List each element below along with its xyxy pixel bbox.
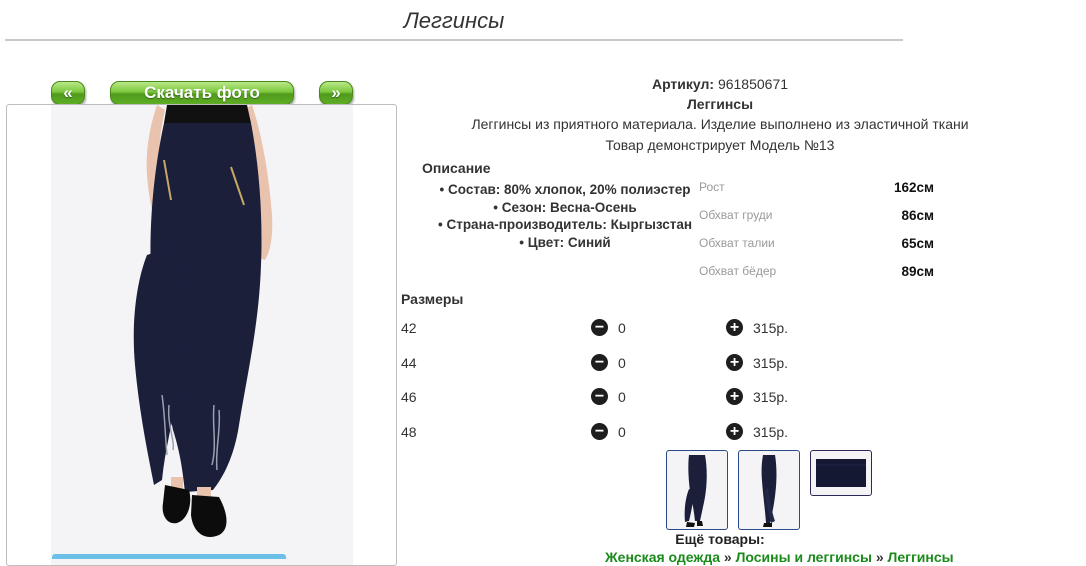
description-item: Цвет: Синий (410, 234, 720, 252)
next-photo-button[interactable]: » (319, 81, 353, 105)
plus-icon[interactable]: + (726, 319, 743, 336)
size-label: 48 (401, 424, 417, 440)
title-divider (5, 39, 903, 41)
measure-value-chest: 86см (901, 208, 934, 223)
description-title: Описание (422, 160, 491, 176)
size-label: 46 (401, 389, 417, 405)
price: 315р. (753, 424, 789, 440)
quantity-value: 0 (618, 424, 626, 440)
price: 315р. (753, 355, 789, 371)
minus-icon[interactable]: − (591, 388, 608, 405)
photo-scroll-indicator (52, 554, 286, 559)
measure-value-waist: 65см (901, 236, 934, 251)
price: 315р. (753, 389, 789, 405)
breadcrumb-link[interactable]: Леггинсы (888, 549, 954, 565)
breadcrumb-link[interactable]: Женская одежда (605, 549, 720, 565)
thumbnail-side[interactable] (738, 450, 800, 530)
description-list: Состав: 80% хлопок, 20% полиэстер Сезон:… (410, 181, 720, 251)
description-item: Страна-производитель: Кыргызстан (410, 216, 720, 234)
plus-icon[interactable]: + (726, 388, 743, 405)
size-row: 46 − 0 + 315р. (401, 387, 821, 407)
thumbnail-front[interactable] (666, 450, 728, 530)
prev-photo-button[interactable]: « (51, 81, 85, 105)
breadcrumb-link[interactable]: Лосины и леггинсы (736, 549, 872, 565)
model-note: Товар демонстрирует Модель №13 (605, 137, 835, 153)
page-title: Леггинсы (403, 8, 505, 33)
measure-value-hips: 89см (901, 264, 934, 279)
article-line: Артикул: 961850671 (410, 76, 1030, 92)
plus-icon[interactable]: + (726, 423, 743, 440)
category-breadcrumb: Женская одежда » Лосины и леггинсы » Лег… (410, 549, 1086, 565)
product-photo[interactable] (6, 104, 397, 566)
product-name: Леггинсы (686, 96, 754, 112)
thumbnail-side-image (761, 455, 777, 527)
description-item: Сезон: Весна-Осень (410, 199, 720, 217)
article-number: 961850671 (717, 76, 789, 92)
thumbnail-fabric-image (816, 459, 866, 487)
minus-icon[interactable]: − (591, 354, 608, 371)
thumbnail-front-image (684, 455, 707, 527)
size-row: 44 − 0 + 315р. (401, 353, 821, 373)
product-summary: Леггинсы из приятного материала. Изделие… (471, 116, 969, 132)
breadcrumb-separator: » (875, 549, 884, 565)
download-photo-button[interactable]: Скачать фото (110, 81, 294, 105)
thumbnail-fabric[interactable] (810, 450, 872, 496)
leggings-model-illustration (133, 105, 273, 537)
plus-icon[interactable]: + (726, 354, 743, 371)
size-row: 42 − 0 + 315р. (401, 318, 821, 338)
size-label: 44 (401, 355, 417, 371)
quantity-value: 0 (618, 320, 626, 336)
quantity-value: 0 (618, 355, 626, 371)
size-row: 48 − 0 + 315р. (401, 422, 821, 442)
quantity-value: 0 (618, 389, 626, 405)
size-label: 42 (401, 320, 417, 336)
minus-icon[interactable]: − (591, 423, 608, 440)
more-products-title: Ещё товары: (675, 531, 765, 547)
measure-value-height: 162см (893, 180, 934, 195)
price: 315р. (753, 320, 789, 336)
minus-icon[interactable]: − (591, 319, 608, 336)
article-label: Артикул: (651, 76, 715, 92)
description-item: Состав: 80% хлопок, 20% полиэстер (410, 181, 720, 199)
sizes-title: Размеры (401, 291, 464, 307)
breadcrumb-separator: » (723, 549, 732, 565)
